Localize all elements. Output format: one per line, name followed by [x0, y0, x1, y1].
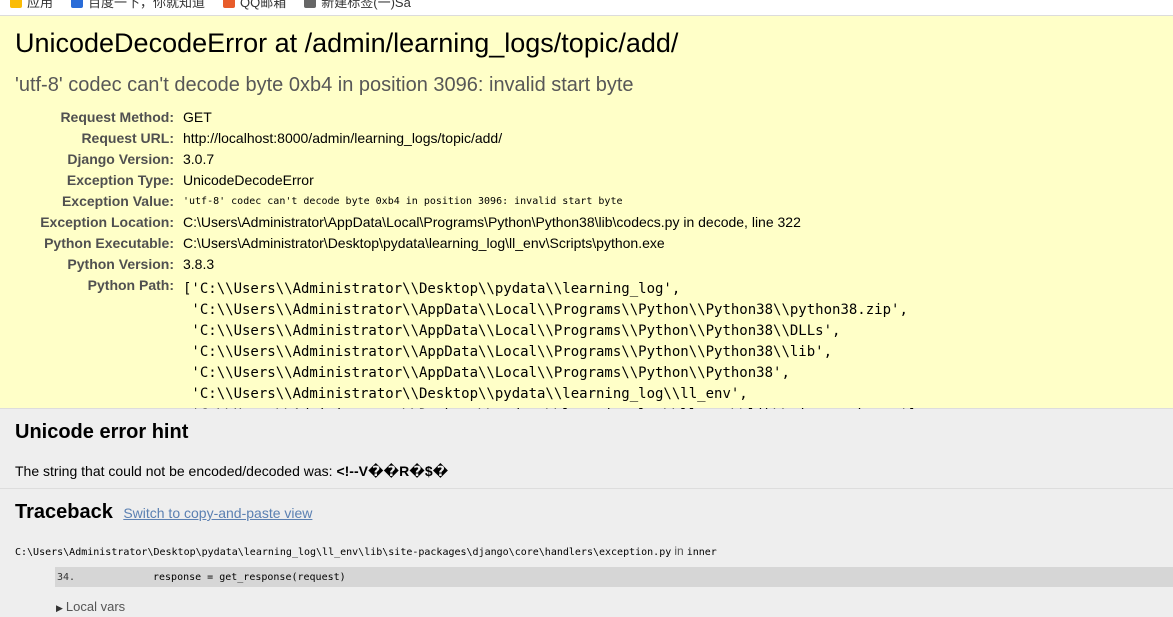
apps-icon [10, 0, 22, 8]
python-path-entry: 'C:\\Users\\Administrator\\AppData\\Loca… [183, 365, 790, 381]
python-path-entry: 'C:\\Users\\Administrator\\AppData\\Loca… [183, 302, 908, 318]
meta-label: Python Path: [87, 277, 174, 293]
bookmark-label: 百度一下，你就知道 [88, 0, 206, 10]
meta-label: Python Version: [67, 256, 174, 272]
meta-label: Django Version: [67, 151, 174, 167]
meta-row: Request Method: GET [0, 107, 916, 128]
context-line[interactable]: 34. response = get_response(request) [55, 567, 1173, 587]
meta-row: Exception Location: C:\Users\Administrato… [0, 212, 916, 233]
local-vars-toggle[interactable]: ▶ Local vars [56, 599, 125, 614]
meta-row: Python Version: 3.8.3 [0, 254, 916, 275]
traceback-title: Traceback [15, 501, 113, 523]
python-path-entry: 'C:\\Users\\Administrator\\AppData\\Loca… [183, 344, 833, 360]
bookmarks-bar: 应用 百度一下，你就知道 QQ邮箱 新建标签(一)Sa [0, 0, 1173, 16]
hint-bad-string: <!--V��R�$� [336, 463, 449, 479]
python-path-list: ['C:\\Users\\Administrator\\Desktop\\pyd… [183, 275, 916, 426]
bookmark-label: QQ邮箱 [240, 0, 287, 10]
bookmark-item[interactable]: 应用 [10, 0, 53, 11]
meta-label: Request Method: [60, 109, 174, 125]
exception-value-heading: 'utf-8' codec can't decode byte 0xb4 in … [15, 74, 634, 96]
triangle-right-icon: ▶ [56, 603, 63, 613]
hint-label: The string that could not be encoded/dec… [15, 463, 337, 479]
baidu-icon [71, 0, 84, 8]
traceback-header: Traceback Switch to copy-and-paste view [15, 501, 312, 524]
meta-row: Django Version: 3.0.7 [0, 149, 916, 170]
meta-row: Exception Type: UnicodeDecodeError [0, 170, 916, 191]
globe-icon [304, 0, 317, 8]
meta-label: Python Executable: [44, 235, 174, 251]
frame-in-label: in [674, 544, 684, 558]
context-line-code: response = get_response(request) [153, 571, 346, 583]
meta-value: http://localhost:8000/admin/learning_log… [183, 130, 503, 146]
frame-filename: C:\Users\Administrator\Desktop\pydata\le… [15, 547, 672, 558]
meta-row: Request URL: http://localhost:8000/admin/… [0, 128, 916, 149]
context-line-number: 34. [57, 571, 76, 583]
meta-value: C:\Users\Administrator\AppData\Local\Pro… [183, 214, 801, 230]
qq-mail-icon [223, 0, 236, 8]
meta-value: C:\Users\Administrator\Desktop\pydata\le… [183, 235, 665, 251]
unicode-hint-title: Unicode error hint [15, 421, 189, 443]
python-path-entry: ['C:\\Users\\Administrator\\Desktop\\pyd… [183, 281, 681, 297]
python-path-entry: 'C:\\Users\\Administrator\\Desktop\\pyda… [183, 386, 748, 402]
meta-label: Exception Type: [66, 172, 174, 188]
meta-label: Exception Location: [40, 214, 174, 230]
bookmark-item[interactable]: QQ邮箱 [223, 0, 286, 11]
meta-row: Python Executable: C:\Users\Administrator… [0, 233, 916, 254]
meta-label: Exception Value: [61, 193, 174, 209]
bookmark-item[interactable]: 新建标签(一)Sa [304, 0, 411, 11]
meta-label: Request URL: [81, 130, 174, 146]
traceback-section: Traceback Switch to copy-and-paste view … [0, 489, 1173, 617]
page-title: UnicodeDecodeError at /admin/learning_lo… [15, 28, 679, 58]
switch-copy-paste-link[interactable]: Switch to copy-and-paste view [123, 505, 312, 521]
bookmark-item[interactable]: 百度一下，你就知道 [71, 0, 205, 11]
bookmark-label: 新建标签(一)Sa [321, 0, 411, 10]
meta-value: 3.8.3 [183, 256, 215, 272]
meta-row: Exception Value: 'utf-8' codec can't deco… [0, 191, 916, 212]
error-summary: UnicodeDecodeError at /admin/learning_lo… [0, 16, 1173, 444]
frame-function: inner [686, 547, 717, 558]
bookmarks-list: 应用 百度一下，你就知道 QQ邮箱 新建标签(一)Sa [10, 0, 411, 11]
meta-value: GET [183, 109, 212, 125]
bookmark-label: 应用 [27, 0, 54, 10]
unicode-hint-section: Unicode error hint The string that could… [0, 409, 1173, 489]
request-meta-table: Request Method: GET Request URL: http://loc… [0, 107, 916, 447]
meta-value: 'utf-8' codec can't decode byte 0xb4 in … [183, 196, 623, 207]
python-path-entry: 'C:\\Users\\Administrator\\AppData\\Loca… [183, 323, 841, 339]
frame-location: C:\Users\Administrator\Desktop\pydata\le… [15, 544, 717, 558]
meta-value: UnicodeDecodeError [183, 172, 314, 188]
unicode-hint-text: The string that could not be encoded/dec… [15, 463, 448, 480]
meta-row: Python Path: ['C:\\Users\\Administrator\\… [0, 275, 917, 426]
meta-value: 3.0.7 [183, 151, 215, 167]
local-vars-label: Local vars [65, 599, 126, 614]
